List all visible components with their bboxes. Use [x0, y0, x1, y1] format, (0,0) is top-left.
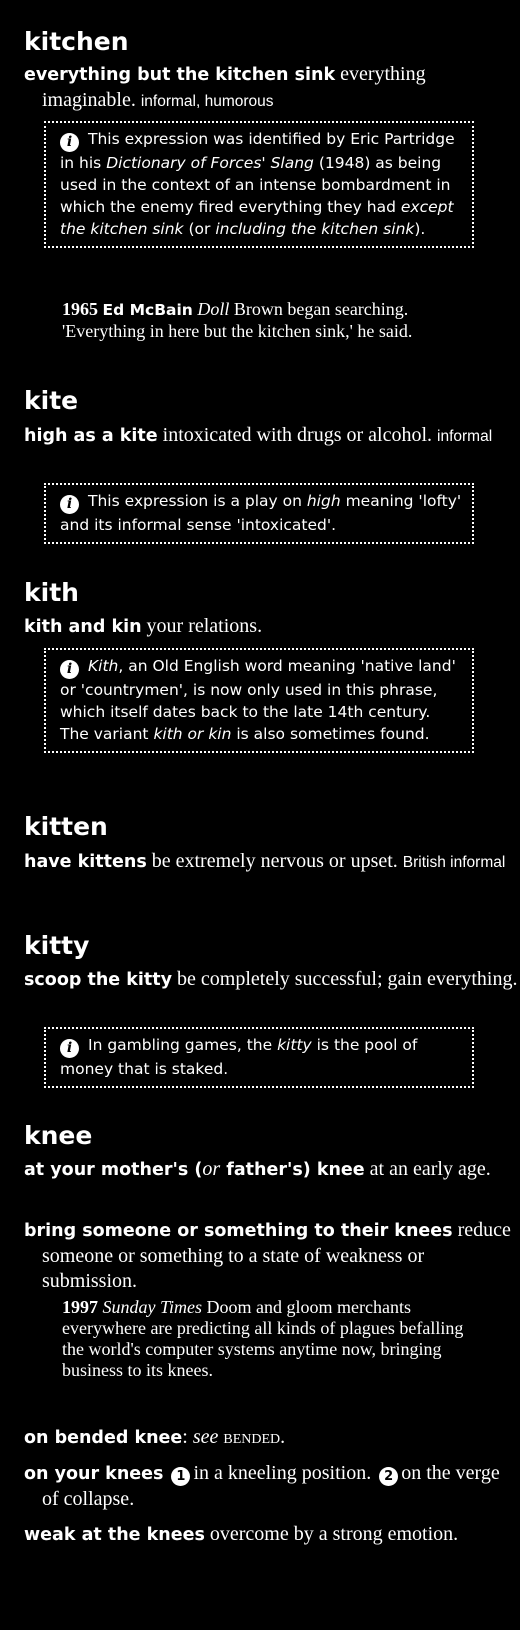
sense-on-your-knees: on your knees 1 in a kneeling position. 2…: [24, 1462, 500, 1510]
note-kitty: i In gambling games, the kitty is the poo…: [44, 1027, 474, 1088]
headword-kite: kite: [24, 386, 79, 415]
headword-kith: kith: [24, 578, 79, 607]
register-label: informal, humorous: [140, 93, 274, 110]
sense-weak-at-the-knees: weak at the knees overcome by a strong e…: [24, 1523, 459, 1545]
info-icon: i: [60, 495, 79, 514]
note-kitchen: i This expression was identified by Eric …: [44, 121, 474, 248]
phrase: everything but the kitchen sink: [24, 65, 336, 85]
headword-kitty: kitty: [24, 931, 90, 960]
note-kite: i This expression is a play on high meani…: [44, 483, 474, 544]
sense-high-as-a-kite: high as a kite intoxicated with drugs or…: [24, 424, 493, 446]
sense-kitchen-sink: everything but the kitchen sink everythi…: [24, 62, 520, 114]
info-icon: i: [60, 1039, 79, 1058]
info-icon: i: [60, 660, 79, 679]
sense-bring-to-knees: bring someone or something to their knee…: [24, 1219, 511, 1292]
sense-mothers-knee: at your mother's (or father's) knee at a…: [24, 1158, 491, 1180]
sense-kith-and-kin: kith and kin your relations.: [24, 615, 263, 637]
cross-reference-link[interactable]: bended: [223, 1426, 280, 1448]
headword-knee: knee: [24, 1121, 93, 1150]
sense-scoop-the-kitty: scoop the kitty be completely successful…: [24, 968, 518, 990]
note-kith: i Kith, an Old English word meaning 'nati…: [44, 648, 474, 753]
citation-knee: 1997 Sunday Times Doom and gloom merchan…: [62, 1297, 464, 1380]
dictionary-page: kitchen everything but the kitchen sink …: [0, 0, 520, 1630]
info-icon: i: [60, 133, 79, 152]
sense-on-bended-knee: on bended knee: see bended.: [24, 1426, 286, 1448]
headword-kitchen: kitchen: [24, 27, 129, 56]
headword-kitten: kitten: [24, 812, 108, 841]
sense-number-2: 2: [379, 1467, 399, 1486]
sense-number-1: 1: [171, 1467, 191, 1486]
sense-have-kittens: have kittens be extremely nervous or ups…: [24, 850, 506, 872]
citation-kitchen: 1965 Ed McBain Doll Brown began searchin…: [62, 299, 413, 341]
